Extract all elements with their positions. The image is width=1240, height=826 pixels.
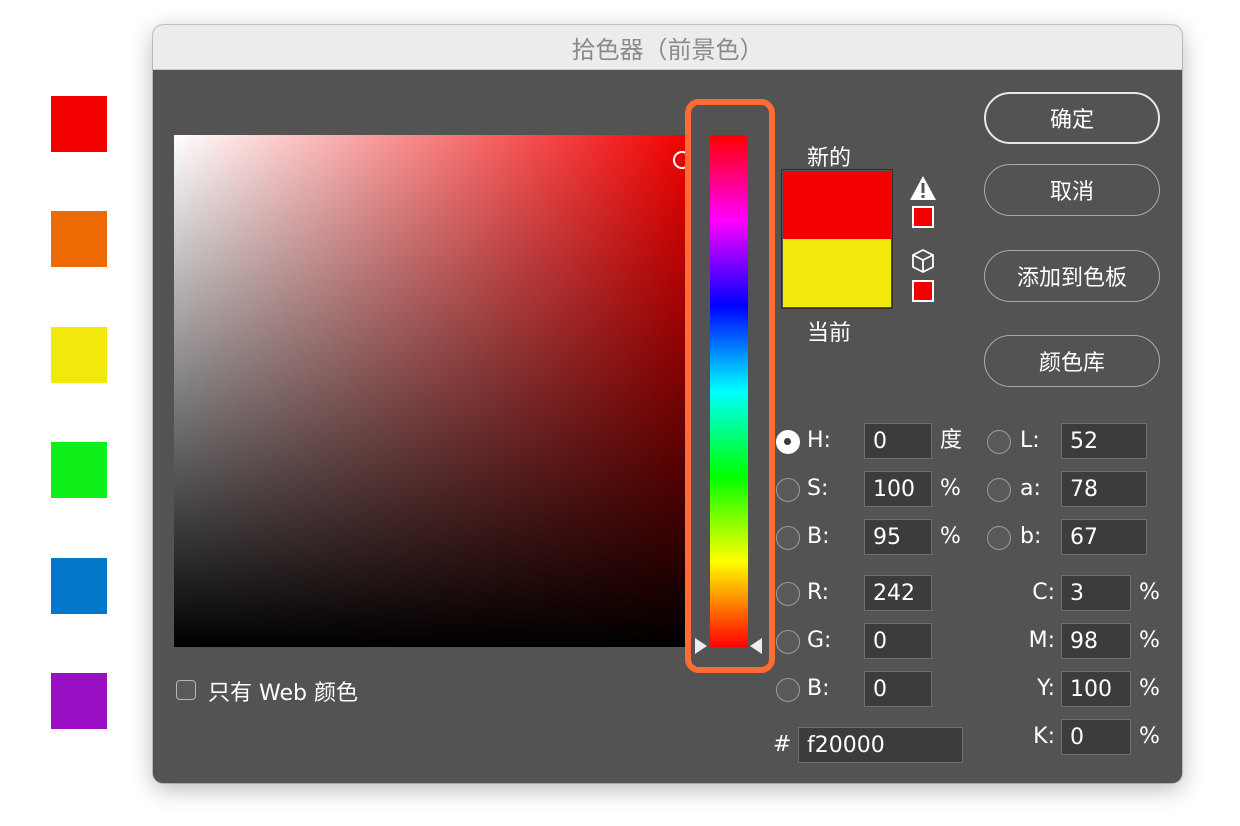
swatch-green [51,442,107,498]
c-label: C: [1032,580,1055,605]
saturation-brightness-field[interactable] [174,135,688,647]
y-unit: % [1139,676,1160,701]
current-color-preview[interactable] [783,239,891,307]
swatch-red [51,96,107,152]
cancel-button[interactable]: 取消 [984,164,1160,216]
hex-input[interactable] [798,727,963,763]
add-to-swatches-button[interactable]: 添加到色板 [984,250,1160,302]
web-only-label: 只有 Web 颜色 [208,681,358,706]
b-unit: % [940,524,961,549]
r-input[interactable] [864,575,932,611]
k-label: K: [1033,724,1055,749]
r-label: R: [807,580,830,605]
web-safe-cube-icon[interactable] [909,247,937,275]
lab-b-input[interactable] [1061,519,1147,555]
s-unit: % [940,476,961,501]
h-input[interactable] [864,423,932,459]
g-input[interactable] [864,623,932,659]
g-label: G: [807,628,832,653]
h-label: H: [807,428,831,453]
s-input[interactable] [864,471,932,507]
rgb-b-label: B: [807,676,830,701]
radio-g[interactable] [776,630,800,654]
radio-r[interactable] [776,582,800,606]
m-input[interactable] [1061,623,1131,659]
b-label: B: [807,524,830,549]
color-picker-dialog: 拾色器（前景色） 新的 当前 确定 取消 添加到色板 颜色库 H: 度 S: %… [153,25,1182,783]
radio-s[interactable] [776,478,800,502]
k-unit: % [1139,724,1160,749]
new-color-label: 新的 [807,146,852,171]
ok-button[interactable]: 确定 [984,92,1160,144]
dialog-title: 拾色器（前景色） [153,25,1182,70]
hex-label: # [773,732,792,757]
c-unit: % [1139,580,1160,605]
radio-a[interactable] [987,478,1011,502]
a-input[interactable] [1061,471,1147,507]
gamut-warning-icon[interactable] [909,175,937,201]
c-input[interactable] [1061,575,1131,611]
color-libraries-button[interactable]: 颜色库 [984,335,1160,387]
lab-b-label: b: [1020,524,1042,549]
radio-b[interactable] [776,526,800,550]
swatch-yellow [51,327,107,383]
radio-lab-b[interactable] [987,526,1011,550]
current-color-label: 当前 [807,321,852,346]
rgb-b-input[interactable] [864,671,932,707]
hue-slider-highlight [685,99,775,673]
y-label: Y: [1037,676,1055,701]
swatch-blue [51,558,107,614]
web-safe-correction-swatch[interactable] [912,280,934,302]
y-input[interactable] [1061,671,1131,707]
swatch-purple [51,673,107,729]
radio-l[interactable] [987,430,1011,454]
radio-rgb-b[interactable] [776,678,800,702]
l-input[interactable] [1061,423,1147,459]
l-label: L: [1020,428,1040,453]
radio-h[interactable] [776,430,800,454]
m-unit: % [1139,628,1160,653]
web-only-checkbox[interactable] [176,680,196,700]
a-label: a: [1020,476,1041,501]
swatch-orange [51,211,107,267]
k-input[interactable] [1061,719,1131,755]
new-color-preview [783,171,891,239]
m-label: M: [1028,628,1055,653]
h-unit: 度 [940,428,963,453]
gamut-correction-swatch[interactable] [912,206,934,228]
s-label: S: [807,476,829,501]
b-input[interactable] [864,519,932,555]
